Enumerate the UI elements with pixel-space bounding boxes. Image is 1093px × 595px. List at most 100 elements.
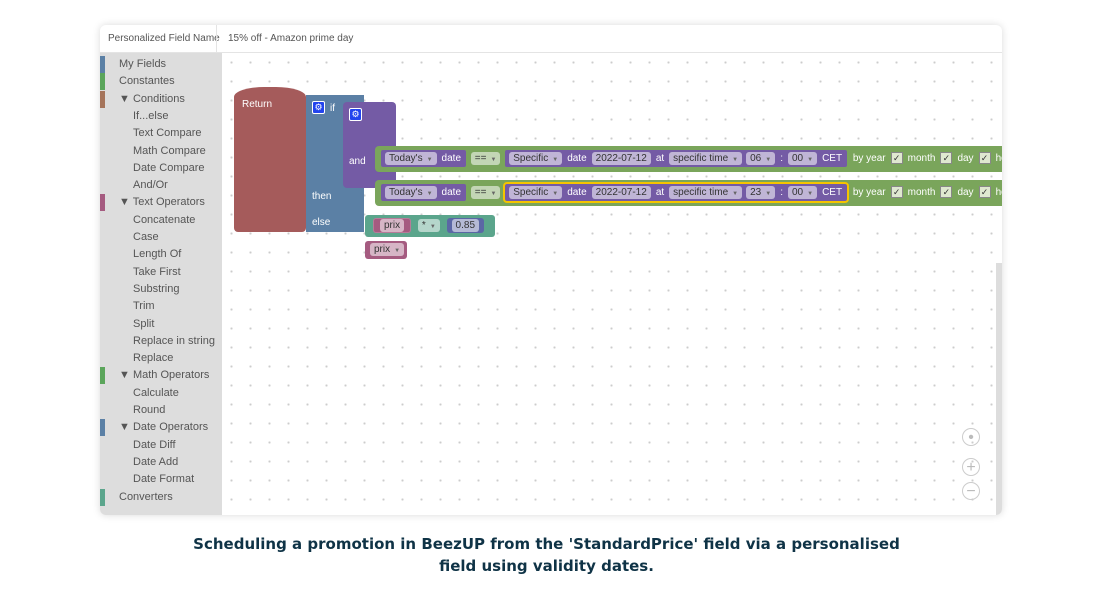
and-label: and [349, 156, 366, 167]
sidebar-item-label: Replace in string [133, 334, 215, 347]
sidebar-item-label: Converters [119, 490, 173, 503]
sidebar-item-label: Split [133, 317, 155, 330]
minute-dropdown[interactable]: 00 ▼ [787, 151, 818, 165]
month-label: month [907, 187, 936, 198]
checkbox-icon[interactable]: ✓ [890, 152, 903, 165]
field-name-label: Personalized Field Name [108, 33, 220, 44]
sidebar-item[interactable]: Calculate [100, 385, 179, 402]
sidebar-item[interactable]: Date Diff [100, 437, 176, 454]
return-label: Return [242, 99, 273, 110]
sidebar-item[interactable]: ▼ Text Operators [100, 194, 205, 212]
date-label: date [567, 153, 587, 164]
category-color-bar [100, 367, 105, 385]
zoom-in-icon[interactable]: + [962, 458, 980, 476]
today-dropdown[interactable]: Today's ▼ [385, 151, 437, 165]
specific-dropdown[interactable]: Specific ▼ [509, 185, 563, 199]
date-compare-block[interactable]: Today's ▼ date == ▼ Specific ▼ date 2022-07-12… [375, 180, 1002, 206]
comparison-operator-dropdown[interactable]: == ▼ [470, 185, 501, 199]
sidebar-item[interactable]: Split [100, 316, 154, 333]
sidebar-item[interactable]: Constantes [100, 73, 175, 91]
date-input[interactable]: 2022-07-12 [591, 185, 651, 199]
scrollbar[interactable] [996, 263, 1002, 515]
checkbox-icon[interactable]: ✓ [978, 186, 991, 199]
category-color-bar [100, 194, 105, 212]
sidebar-item[interactable]: If...else [100, 108, 168, 125]
checkbox-icon[interactable]: ✓ [890, 186, 903, 199]
sidebar-item[interactable]: Case [100, 229, 159, 246]
category-color-bar [100, 488, 105, 506]
checkbox-icon[interactable]: ✓ [940, 186, 953, 199]
month-label: month [907, 153, 936, 164]
sidebar-item[interactable]: ▼ Math Operators [100, 367, 209, 385]
sidebar-item[interactable]: Take First [100, 264, 181, 281]
category-color-bar [100, 73, 105, 91]
blocks-workspace[interactable]: Return ⚙ if then else ⚙ and Today's ▼ date… [222, 53, 1002, 515]
sidebar-item[interactable]: Length Of [100, 246, 181, 263]
sidebar-item-label: Date Add [133, 455, 179, 468]
day-label: day [957, 187, 974, 198]
sidebar-item-label: Date Compare [133, 161, 205, 174]
sidebar-item[interactable]: My Fields [100, 56, 166, 73]
sidebar-item[interactable]: Replace in string [100, 333, 215, 350]
sidebar-item[interactable]: Date Format [100, 471, 194, 488]
colon-label: : [780, 187, 783, 198]
sidebar-item[interactable]: Round [100, 402, 165, 419]
then-math-block[interactable]: prix * ▼ 0.85 [365, 215, 495, 237]
comparison-operator-dropdown[interactable]: == ▼ [470, 151, 501, 165]
timezone-label: CET [822, 187, 843, 198]
then-field-dropdown[interactable]: prix [380, 218, 405, 232]
date-input[interactable]: 2022-07-12 [591, 151, 651, 165]
sidebar-item-label: And/Or [133, 179, 168, 192]
hour-dropdown[interactable]: 23 ▼ [746, 185, 776, 199]
field-name-input[interactable]: 15% off - Amazon prime day [216, 25, 353, 52]
sidebar-item[interactable]: Converters [100, 488, 173, 506]
sidebar-item-label: If...else [133, 109, 169, 122]
sidebar-item[interactable]: Replace [100, 350, 173, 367]
checkbox-icon[interactable]: ✓ [940, 152, 953, 165]
sidebar-item[interactable]: Concatenate [100, 212, 195, 229]
sidebar-item-label: ▼ Conditions [119, 92, 185, 105]
and-block[interactable]: ⚙ and [343, 102, 396, 188]
caption-line-2: field using validity dates. [439, 557, 654, 575]
sidebar-item[interactable]: And/Or [100, 177, 168, 194]
sidebar-item-label: Take First [133, 265, 181, 278]
else-field-block[interactable]: prix ▼ [365, 241, 407, 259]
date-compare-block[interactable]: Today's ▼ date == ▼ Specific ▼ date 2022-07-12… [375, 146, 1002, 172]
date-label: date [441, 153, 462, 164]
sidebar-item-label: Date Diff [133, 438, 176, 451]
sidebar-item-label: Constantes [119, 75, 175, 88]
gear-icon[interactable]: ⚙ [349, 108, 362, 121]
sidebar-item[interactable]: Math Compare [100, 143, 206, 160]
today-dropdown[interactable]: Today's ▼ [385, 185, 437, 199]
hour-label: hour [995, 153, 1002, 164]
sidebar-item[interactable]: Trim [100, 298, 155, 315]
sidebar-item[interactable]: Text Compare [100, 125, 201, 142]
colon-label: : [780, 153, 783, 164]
operator-dropdown[interactable]: * ▼ [417, 218, 440, 232]
time-mode-dropdown[interactable]: specific time ▼ [669, 185, 743, 199]
else-field-dropdown[interactable]: prix ▼ [370, 242, 405, 256]
hour-dropdown[interactable]: 06 ▼ [746, 151, 776, 165]
specific-dropdown[interactable]: Specific ▼ [509, 151, 563, 165]
then-value-input[interactable]: 0.85 [451, 218, 480, 232]
sidebar-item-label: ▼ Date Operators [119, 421, 209, 434]
minute-dropdown[interactable]: 00 ▼ [787, 185, 818, 199]
sidebar-item[interactable]: Substring [100, 281, 179, 298]
field-name-row: Personalized Field Name 15% off - Amazon… [100, 25, 1002, 53]
time-mode-dropdown[interactable]: specific time ▼ [669, 151, 743, 165]
sidebar-item[interactable]: Date Compare [100, 160, 205, 177]
sidebar-item-label: Length Of [133, 248, 182, 261]
category-color-bar [100, 419, 105, 437]
gear-icon[interactable]: ⚙ [312, 101, 325, 114]
sidebar-item[interactable]: ▼ Date Operators [100, 419, 209, 437]
at-label: at [655, 153, 665, 164]
sidebar-item-label: Math Compare [133, 144, 206, 157]
sidebar-item[interactable]: ▼ Conditions [100, 90, 185, 108]
then-label: then [312, 191, 332, 202]
checkbox-icon[interactable]: ✓ [978, 152, 991, 165]
zoom-out-icon[interactable]: − [962, 482, 980, 500]
timezone-label: CET [822, 153, 843, 164]
recenter-icon[interactable]: • [962, 428, 980, 446]
sidebar-item[interactable]: Date Add [100, 454, 178, 471]
return-block[interactable]: Return [234, 87, 306, 232]
